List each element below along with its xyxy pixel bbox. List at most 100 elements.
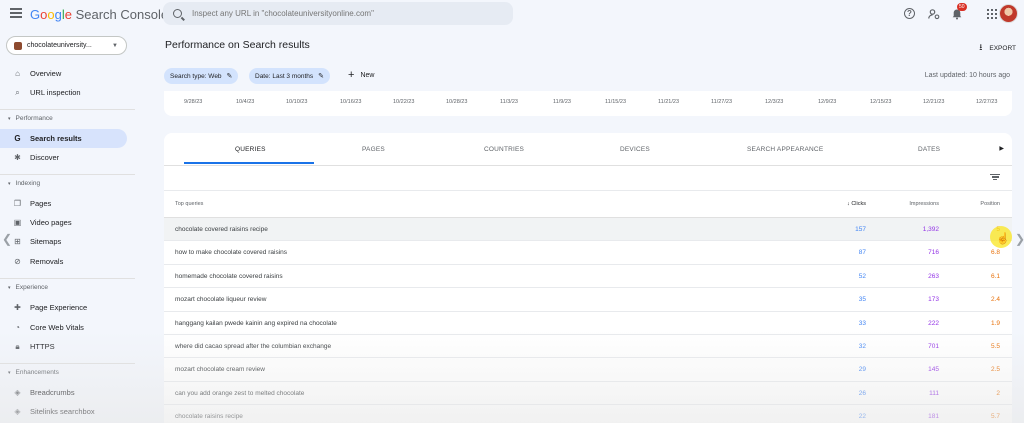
nav-video-pages[interactable]: ▣ Video pages xyxy=(0,213,127,232)
header-position[interactable]: Position xyxy=(980,201,1000,207)
chevron-down-icon: ▼ xyxy=(112,42,118,49)
table-row[interactable]: chocolate covered raisins recipe 157 1,3… xyxy=(164,218,1012,242)
nav-https[interactable]: 🔒︎ HTTPS xyxy=(0,337,127,356)
layers-icon: ◈ xyxy=(14,407,21,416)
hand-cursor-icon: ☝ xyxy=(996,233,1010,245)
tabs-scroll-right-icon[interactable]: ▶ xyxy=(999,145,1004,152)
table-row[interactable]: how to make chocolate covered raisins 87… xyxy=(164,241,1012,265)
nav-label: Breadcrumbs xyxy=(30,388,75,397)
divider xyxy=(164,165,1012,166)
header-top-queries: Top queries xyxy=(175,201,204,207)
chart-date-label: 10/16/23 xyxy=(340,99,362,105)
table-row[interactable]: mozart chocolate liqueur review 35 173 2… xyxy=(164,288,1012,312)
header-impressions[interactable]: Impressions xyxy=(909,201,939,207)
impressions-cell: 1,392 xyxy=(922,226,939,233)
table-row[interactable]: can you add orange zest to melted chocol… xyxy=(164,382,1012,406)
table-row[interactable]: homemade chocolate covered raisins 52 26… xyxy=(164,265,1012,289)
nav-label: URL inspection xyxy=(30,88,81,97)
nav-discover[interactable]: ✱ Discover xyxy=(0,148,127,167)
tab-queries[interactable]: QUERIES xyxy=(235,146,266,153)
query-cell: how to make chocolate covered raisins xyxy=(175,249,288,257)
chevron-left-icon[interactable]: ❮ xyxy=(2,232,12,246)
table-row[interactable]: chocolate raisins recipe 22 181 5.7 xyxy=(164,405,1012,423)
impressions-cell: 716 xyxy=(928,249,939,257)
url-inspect-input[interactable] xyxy=(192,9,492,18)
property-selector[interactable]: chocolateuniversity... ▼ xyxy=(6,36,127,55)
position-cell: 5.7 xyxy=(990,413,1000,421)
section-experience[interactable]: ▾ Experience xyxy=(8,284,48,291)
section-title: Enhancements xyxy=(15,369,59,376)
export-label: EXPORT xyxy=(989,44,1016,52)
nav-label: HTTPS xyxy=(30,342,55,351)
clicks-cell: 87 xyxy=(858,249,866,257)
tab-countries[interactable]: COUNTRIES xyxy=(484,146,524,153)
impressions-cell: 222 xyxy=(928,319,939,327)
nav-overview[interactable]: ⌂ Overview xyxy=(0,64,127,83)
divider xyxy=(0,109,135,110)
tab-search-appearance[interactable]: SEARCH APPEARANCE xyxy=(747,146,823,153)
home-icon: ⌂ xyxy=(15,69,20,78)
nav-removals[interactable]: ⊘ Removals xyxy=(0,252,127,271)
chart-date-label: 10/4/23 xyxy=(236,99,255,105)
impressions-cell: 145 xyxy=(928,366,939,374)
nav-breadcrumbs[interactable]: ◈ Breadcrumbs xyxy=(0,383,127,402)
position-cell: 2.4 xyxy=(990,296,1000,304)
table-row[interactable]: where did cacao spread after the columbi… xyxy=(164,335,1012,359)
nav-sitemaps[interactable]: ⊞ Sitemaps xyxy=(0,232,127,251)
chart-date-label: 10/28/23 xyxy=(446,99,468,105)
nav-sitelinks-searchbox[interactable]: ◈ Sitelinks searchbox xyxy=(0,402,127,421)
nav-label: Video pages xyxy=(30,218,72,227)
notifications-bell-icon[interactable]: 50 xyxy=(950,3,967,21)
chart-date-label: 11/21/23 xyxy=(658,99,680,105)
download-icon: ⭳ xyxy=(979,42,983,52)
divider xyxy=(0,278,135,279)
nav-core-web-vitals[interactable]: ◔ Core Web Vitals xyxy=(0,318,127,337)
tab-dates[interactable]: DATES xyxy=(918,146,940,153)
property-name: chocolateuniversity... xyxy=(27,42,92,49)
section-indexing[interactable]: ▾ Indexing xyxy=(8,180,40,187)
filter-rows-icon[interactable] xyxy=(990,172,1000,182)
user-avatar[interactable] xyxy=(999,4,1018,23)
section-performance[interactable]: ▾ Performance xyxy=(8,115,53,122)
nav-url-inspection[interactable]: ⌕ URL inspection xyxy=(0,83,127,102)
table-row[interactable]: mozart chocolate cream review 29 145 2.5 xyxy=(164,358,1012,382)
filter-chip-date[interactable]: Date: Last 3 months ✎ xyxy=(249,68,331,84)
section-title: Experience xyxy=(15,284,49,291)
table-header: Top queries ↓ Clicks Impressions Positio… xyxy=(164,190,1012,218)
clicks-cell: 32 xyxy=(858,343,866,350)
chevron-right-icon[interactable]: ❯ xyxy=(1015,232,1024,246)
nav-label: Pages xyxy=(30,199,52,208)
pencil-icon: ✎ xyxy=(318,73,325,80)
query-cell: homemade chocolate covered raisins xyxy=(175,272,283,280)
new-filter-button[interactable]: + New xyxy=(348,69,374,81)
sort-arrow-down-icon: ↓ xyxy=(847,201,850,207)
nav-label: Overview xyxy=(30,69,62,78)
section-enhancements[interactable]: ▾ Enhancements xyxy=(8,369,59,376)
header-clicks[interactable]: ↓ Clicks xyxy=(847,201,866,207)
logo-product: Search Console xyxy=(75,7,169,22)
nav-search-results[interactable]: G Search results xyxy=(0,129,127,148)
filter-chip-search-type[interactable]: Search type: Web ✎ xyxy=(164,68,239,84)
position-cell: 2.5 xyxy=(990,366,1000,374)
query-cell: chocolate covered raisins recipe xyxy=(175,226,268,233)
account-settings-icon[interactable] xyxy=(927,7,941,21)
nav-pages[interactable]: ❐ Pages xyxy=(0,194,127,213)
apps-grid-icon[interactable] xyxy=(985,7,999,21)
export-button[interactable]: ⭳ EXPORT xyxy=(979,40,1016,56)
help-icon[interactable]: ? xyxy=(904,8,915,19)
position-cell: 5.5 xyxy=(990,343,1000,350)
url-inspect-search[interactable] xyxy=(163,2,513,25)
chip-label: Date: Last 3 months xyxy=(255,72,314,80)
tab-pages[interactable]: PAGES xyxy=(362,146,385,153)
chart-date-label: 10/10/23 xyxy=(286,99,308,105)
layers-icon: ◈ xyxy=(14,388,21,397)
table-row[interactable]: hanggang kailan pwede kainin ang expired… xyxy=(164,312,1012,335)
tab-devices[interactable]: DEVICES xyxy=(620,146,650,153)
chart-date-label: 12/21/23 xyxy=(923,99,945,105)
position-cell: 6.1 xyxy=(990,272,1000,280)
last-updated: Last updated: 10 hours ago xyxy=(924,72,1010,79)
app-logo[interactable]: Google Search Console xyxy=(30,7,168,22)
nav-page-experience[interactable]: ✚ Page Experience xyxy=(0,298,127,317)
nav-label: Core Web Vitals xyxy=(30,323,84,332)
menu-icon[interactable] xyxy=(10,8,22,18)
